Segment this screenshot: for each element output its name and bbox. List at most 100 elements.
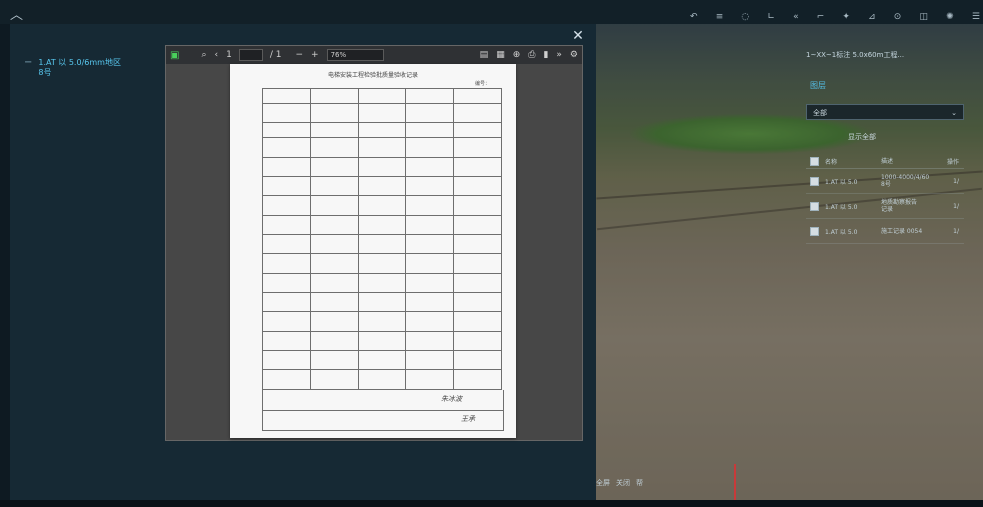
table-cell xyxy=(357,311,407,332)
table-cell xyxy=(309,195,359,216)
table-cell xyxy=(309,253,359,274)
aerial-scene[interactable] xyxy=(596,24,983,500)
table-cell xyxy=(309,272,359,294)
menu-icon[interactable]: ☰ xyxy=(972,12,980,28)
table-cell xyxy=(309,214,359,236)
tree-item[interactable]: − 1.AT 以 5.0/6mm地区 8号 xyxy=(24,58,134,78)
table-cell xyxy=(357,88,407,104)
locate-icon[interactable]: ⊙ xyxy=(894,12,902,28)
table-cell xyxy=(357,234,407,255)
table-cell xyxy=(453,122,502,139)
table-cell xyxy=(453,369,502,390)
row-checkbox[interactable] xyxy=(810,176,819,186)
table-cell xyxy=(405,195,455,216)
prev-icon[interactable]: « xyxy=(793,12,799,28)
divider xyxy=(263,410,503,411)
search-icon[interactable]: ⌕ xyxy=(197,50,210,60)
row-action[interactable]: 1/ xyxy=(939,228,959,235)
list-item[interactable]: 1.AT 以 5.0 地质勘察报告 记录 1/ xyxy=(806,194,964,219)
back-icon[interactable]: ↶ xyxy=(690,12,698,28)
list-item[interactable]: 1.AT 以 5.0 施工记录 0054 1/ xyxy=(806,219,964,244)
table-cell xyxy=(309,350,359,371)
table-cell xyxy=(262,137,311,158)
table-cell xyxy=(357,214,407,236)
download-icon[interactable]: ▮ xyxy=(539,50,552,60)
table-cell xyxy=(405,272,455,294)
table-cell xyxy=(357,272,407,294)
page-number-input[interactable] xyxy=(238,49,263,61)
location-marker[interactable] xyxy=(734,464,736,500)
table-cell xyxy=(262,234,311,255)
row-action[interactable]: 1/ xyxy=(939,203,959,210)
row-action[interactable]: 1/ xyxy=(939,178,959,185)
list-header: 名称 描述 操作 xyxy=(806,154,964,169)
sidebar-toggle-icon[interactable]: ▣ xyxy=(166,50,183,61)
table-cell xyxy=(262,330,311,352)
table-cell xyxy=(453,214,502,236)
zoom-in-icon[interactable]: + xyxy=(307,50,323,60)
table-cell xyxy=(405,88,455,104)
table-cell xyxy=(357,156,407,178)
table-cell xyxy=(309,176,359,197)
fullscreen-button[interactable]: 全屏 xyxy=(596,478,610,488)
tree-item-label: 1.AT 以 5.0/6mm地区 8号 xyxy=(38,58,121,77)
table-cell xyxy=(453,176,502,197)
zoom-out-icon[interactable]: − xyxy=(291,50,307,60)
table-cell xyxy=(309,311,359,332)
table-cell xyxy=(357,102,407,124)
close-view-button[interactable]: 关闭 xyxy=(616,478,630,488)
settings-icon[interactable]: ✺ xyxy=(946,12,954,28)
table-cell xyxy=(309,234,359,255)
pin-icon[interactable]: ◌ xyxy=(741,12,749,28)
table-cell xyxy=(405,156,455,178)
prev-page-icon[interactable]: ‹ xyxy=(211,50,223,60)
table-cell xyxy=(262,253,311,274)
table-cell xyxy=(405,176,455,197)
table-cell xyxy=(405,350,455,371)
table-cell xyxy=(405,311,455,332)
list-item[interactable]: 1.AT 以 5.0 1000-4000/4/60 8号 1/ xyxy=(806,169,964,194)
select-all-checkbox[interactable] xyxy=(810,156,819,166)
collapse-up-icon[interactable]: ︿ xyxy=(10,4,23,23)
table-cell xyxy=(453,253,502,274)
layer-link[interactable]: 图层 xyxy=(810,80,826,91)
open-file-icon[interactable]: ▤ xyxy=(476,50,493,60)
draw-icon[interactable]: ⊕ xyxy=(509,50,525,60)
table-cell xyxy=(357,350,407,371)
table-cell xyxy=(262,272,311,294)
table-cell xyxy=(357,195,407,216)
panel-title: 1~XX~1标注 5.0x60m工程... xyxy=(806,51,905,59)
settings-icon[interactable]: ⚙ xyxy=(566,50,582,60)
row-checkbox[interactable] xyxy=(810,201,819,211)
select-icon[interactable]: ⌐ xyxy=(817,12,825,28)
row-checkbox[interactable] xyxy=(810,226,819,236)
table-cell xyxy=(309,137,359,158)
column-op: 操作 xyxy=(946,158,959,166)
show-all-toggle[interactable]: 显示全部 xyxy=(848,132,876,142)
table-cell xyxy=(309,292,359,313)
layers-icon[interactable]: ≡ xyxy=(716,12,724,28)
ruler-icon[interactable]: ⊿ xyxy=(868,12,876,28)
table-cell xyxy=(262,350,311,371)
help-button[interactable]: 帮 xyxy=(636,478,643,488)
page-total: / 1 xyxy=(269,50,282,60)
filter-select[interactable]: 全部 ⌄ xyxy=(806,104,964,120)
table-cell xyxy=(453,311,502,332)
table-cell xyxy=(357,330,407,352)
row-desc: 1000-4000/4/60 8号 xyxy=(881,174,930,188)
compass-icon[interactable]: ✦ xyxy=(842,12,850,28)
close-button[interactable]: ✕ xyxy=(570,28,586,44)
table-cell xyxy=(309,102,359,124)
table-cell xyxy=(357,292,407,313)
measure-icon[interactable]: ∟ xyxy=(767,12,775,28)
row-desc: 施工记录 0054 xyxy=(881,227,923,235)
camera-icon[interactable]: ◫ xyxy=(919,12,928,28)
scene-overlay xyxy=(596,24,983,500)
row-desc: 地质勘察报告 记录 xyxy=(881,199,918,213)
table-cell xyxy=(309,330,359,352)
present-icon[interactable]: ▦ xyxy=(492,50,509,60)
more-tools-icon[interactable]: » xyxy=(552,50,566,60)
zoom-select[interactable]: 76% xyxy=(326,49,384,61)
print-icon[interactable]: ⎙ xyxy=(524,50,539,60)
column-name: 名称 xyxy=(825,158,838,166)
